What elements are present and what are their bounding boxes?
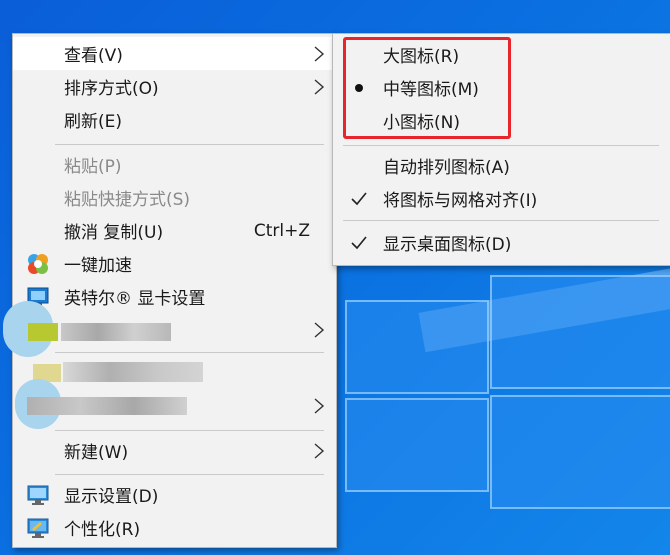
chevron-right-icon xyxy=(314,398,325,414)
menu-item-label: 一键加速 xyxy=(64,256,132,276)
menu-separator xyxy=(343,220,659,221)
obscured-block xyxy=(28,323,58,341)
chevron-right-icon xyxy=(314,46,325,62)
menu-item-view[interactable]: 查看(V) xyxy=(13,37,336,70)
speedup-ball-icon xyxy=(28,254,48,274)
menu-item-label: 英特尔® 显卡设置 xyxy=(64,289,206,309)
checkmark-icon xyxy=(351,236,367,250)
menu-item-display-settings[interactable]: 显示设置(D) xyxy=(13,478,336,511)
menu-item-label: 粘贴(P) xyxy=(64,157,122,177)
menu-item-label: 个性化(R) xyxy=(64,520,141,540)
menu-item-sort[interactable]: 排序方式(O) xyxy=(13,70,336,103)
menu-item-paste[interactable]: 粘贴(P) xyxy=(13,148,336,181)
menu-item-intel-graphics[interactable]: 英特尔® 显卡设置 xyxy=(13,280,336,313)
menu-item-label: 将图标与网格对齐(I) xyxy=(383,191,538,211)
menu-separator xyxy=(55,144,324,145)
menu-separator xyxy=(55,474,324,475)
menu-item-label: 显示设置(D) xyxy=(64,487,159,507)
menu-item-personalize[interactable]: 个性化(R) xyxy=(13,511,336,544)
chevron-right-icon xyxy=(314,322,325,338)
checkmark-icon xyxy=(351,192,367,206)
chevron-right-icon xyxy=(314,443,325,459)
menu-separator xyxy=(55,430,324,431)
menu-item-label: 粘贴快捷方式(S) xyxy=(64,190,191,210)
menu-item-label: 显示桌面图标(D) xyxy=(383,235,512,255)
menu-item-label: 刷新(E) xyxy=(64,112,123,132)
window-logo-pane xyxy=(345,300,489,394)
menu-item-label: 自动排列图标(A) xyxy=(383,158,510,178)
menu-item-undo[interactable]: 撤消 复制(U) Ctrl+Z xyxy=(13,214,336,247)
personalize-icon xyxy=(27,518,49,538)
menu-item-obscured[interactable] xyxy=(3,301,336,357)
desktop-context-menu: 查看(V) 排序方式(O) 刷新(E) 粘贴(P) 粘贴快捷方式(S) 撤消 复… xyxy=(3,33,337,548)
menu-item-shortcut: Ctrl+Z xyxy=(253,220,310,241)
chevron-right-icon xyxy=(314,79,325,95)
menu-item-obscured[interactable] xyxy=(13,379,336,429)
window-logo-pane xyxy=(490,395,670,509)
window-logo-pane xyxy=(345,398,489,492)
window-logo-pane xyxy=(490,275,670,389)
menu-separator xyxy=(55,352,324,353)
menu-item-label: 新建(W) xyxy=(64,443,129,463)
submenu-item-align-grid[interactable]: 将图标与网格对齐(I) xyxy=(333,182,670,215)
menu-separator xyxy=(343,145,659,146)
submenu-item-auto-arrange[interactable]: 自动排列图标(A) xyxy=(333,149,670,182)
obscured-text xyxy=(27,397,187,415)
highlight-annotation-box xyxy=(343,37,511,139)
display-settings-icon xyxy=(27,485,49,505)
menu-item-label: 撤消 复制(U) xyxy=(64,223,164,243)
menu-item-label: 查看(V) xyxy=(64,46,123,66)
menu-item-paste-shortcut[interactable]: 粘贴快捷方式(S) xyxy=(13,181,336,214)
menu-item-new[interactable]: 新建(W) xyxy=(13,434,336,467)
menu-item-accelerate[interactable]: 一键加速 xyxy=(13,247,336,280)
menu-item-label: 排序方式(O) xyxy=(64,79,159,99)
submenu-item-show-desktop-icons[interactable]: 显示桌面图标(D) xyxy=(333,226,670,259)
menu-item-obscured[interactable] xyxy=(13,356,336,389)
menu-item-refresh[interactable]: 刷新(E) xyxy=(13,103,336,136)
obscured-text xyxy=(61,323,171,341)
obscured-text xyxy=(63,362,203,382)
